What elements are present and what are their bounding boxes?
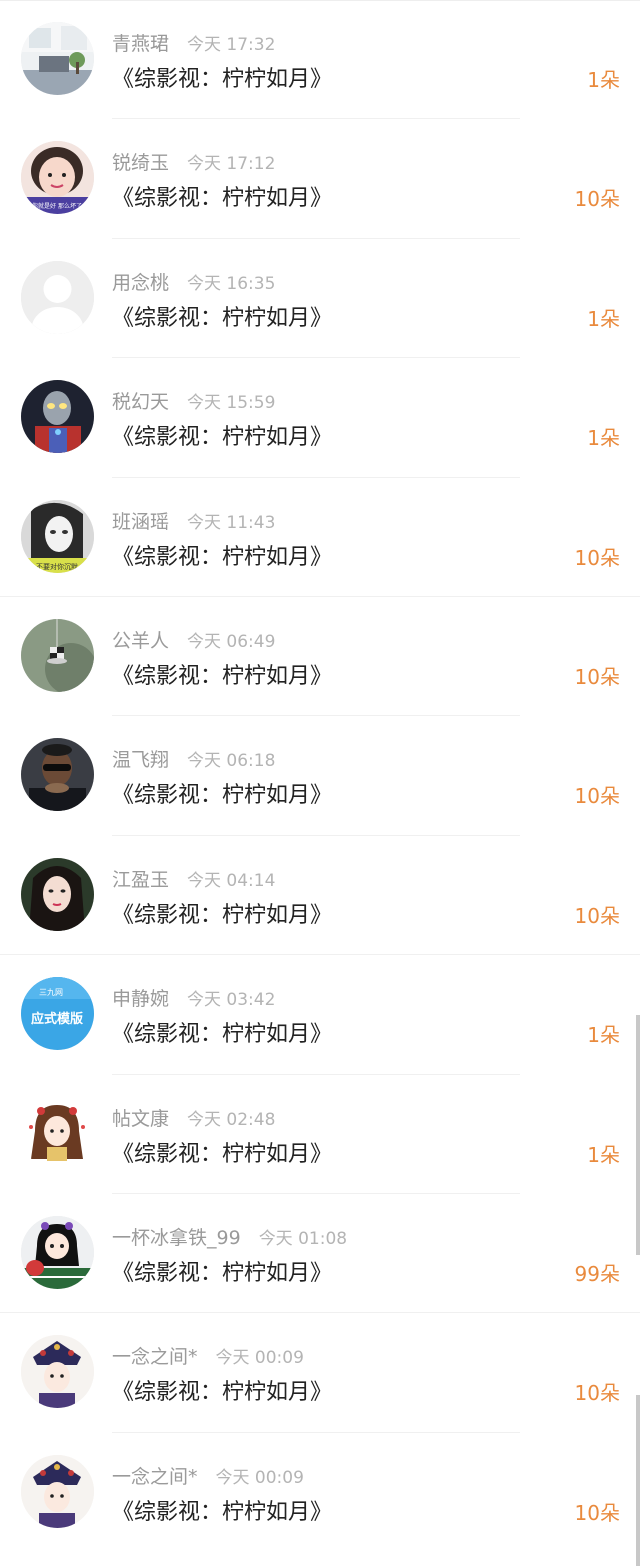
user-name[interactable]: 一念之间* [112, 1346, 198, 1368]
timestamp: 今天 17:12 [187, 154, 276, 175]
user-name[interactable]: 申静婉 [112, 988, 169, 1010]
list-item[interactable]: 你就是好 那么坏了 锐绮玉 今天 17:12 《综影视：柠柠如月》 10朵 [0, 119, 640, 239]
book-title: 《综影视：柠柠如月》 [112, 67, 333, 92]
book-title: 《综影视：柠柠如月》 [112, 425, 333, 451]
book-title: 《综影视：柠柠如月》 [112, 1499, 333, 1525]
flower-count: 1朵 [587, 1023, 620, 1048]
list-item[interactable]: 用念桃 今天 16:35 《综影视：柠柠如月》 1朵 [0, 239, 640, 359]
list-item[interactable]: 青燕珺 今天 17:32 《综影视：柠柠如月》 1朵 [0, 0, 640, 120]
girl-photo-avatar[interactable]: 你就是好 那么坏了 [21, 141, 94, 215]
user-name[interactable]: 班涵瑶 [112, 511, 169, 533]
scrollbar[interactable] [636, 1395, 640, 1566]
timestamp: 今天 15:59 [187, 393, 276, 414]
avatar-caption: 应式模版 [31, 1011, 83, 1027]
flower-count: 99朵 [574, 1261, 620, 1286]
woman-portrait-avatar[interactable] [21, 857, 94, 931]
flower-count: 10朵 [574, 903, 620, 928]
user-name[interactable]: 帖文康 [112, 1108, 169, 1130]
ultraman-avatar[interactable] [21, 380, 94, 454]
scrollbar[interactable] [636, 1015, 640, 1255]
flower-count: 10朵 [574, 545, 620, 570]
user-name[interactable]: 用念桃 [112, 272, 169, 294]
room-photo-avatar[interactable] [21, 22, 94, 95]
qing-princess-avatar[interactable] [21, 1335, 94, 1409]
flower-count: 10朵 [574, 1381, 620, 1406]
flower-count: 1朵 [587, 1142, 620, 1167]
book-title: 《综影视：柠柠如月》 [112, 544, 333, 570]
user-name[interactable]: 锐绮玉 [112, 152, 169, 174]
bw-woman-avatar[interactable]: 不要对你沉默 [21, 499, 94, 573]
book-title: 《综影视：柠柠如月》 [112, 1260, 333, 1286]
book-title: 《综影视：柠柠如月》 [112, 902, 333, 928]
qing-princess-avatar[interactable] [21, 1454, 94, 1528]
book-title: 《综影视：柠柠如月》 [112, 305, 333, 331]
list-item[interactable]: 一念之间* 今天 00:09 《综影视：柠柠如月》 10朵 [0, 1433, 640, 1552]
list-item[interactable]: 不要对你沉默 班涵瑶 今天 11:43 《综影视：柠柠如月》 10朵 [0, 478, 640, 597]
list-item[interactable]: 温飞翔 今天 06:18 《综影视：柠柠如月》 10朵 [0, 716, 640, 836]
avatar-caption: 你就是好 那么坏了 [32, 202, 82, 210]
pingpong-girl-avatar[interactable] [21, 1215, 94, 1289]
timestamp: 今天 00:09 [215, 1348, 304, 1369]
user-name[interactable]: 江盈玉 [112, 869, 169, 891]
flower-count: 1朵 [587, 68, 620, 92]
flower-count: 10朵 [574, 664, 620, 689]
flower-count: 1朵 [587, 426, 620, 451]
book-title: 《综影视：柠柠如月》 [112, 783, 333, 809]
blue-banner-avatar[interactable]: 三九网 应式模版 [21, 977, 94, 1051]
user-name[interactable]: 温飞翔 [112, 749, 169, 771]
timestamp: 今天 06:49 [187, 631, 276, 652]
user-name[interactable]: 一念之间* [112, 1466, 198, 1488]
list-item[interactable]: 三九网 应式模版 申静婉 今天 03:42 《综影视：柠柠如月》 1朵 [0, 955, 640, 1075]
book-title: 《综影视：柠柠如月》 [112, 186, 333, 212]
timestamp: 今天 04:14 [187, 870, 276, 891]
flower-count: 10朵 [574, 1500, 620, 1525]
user-name[interactable]: 青燕珺 [112, 33, 169, 55]
book-title: 《综影视：柠柠如月》 [112, 1022, 333, 1048]
flower-count: 10朵 [574, 784, 620, 809]
timestamp: 今天 03:42 [187, 990, 276, 1011]
list-item[interactable]: 江盈玉 今天 04:14 《综影视：柠柠如月》 10朵 [0, 836, 640, 956]
book-title: 《综影视：柠柠如月》 [112, 663, 333, 689]
timestamp: 今天 16:35 [187, 273, 276, 294]
timestamp: 今天 11:43 [187, 512, 276, 533]
book-title: 《综影视：柠柠如月》 [112, 1141, 333, 1167]
list-item[interactable]: 一杯冰拿铁_99 今天 01:08 《综影视：柠柠如月》 99朵 [0, 1194, 640, 1314]
user-name[interactable]: 税幻天 [112, 391, 169, 413]
timestamp: 今天 01:08 [258, 1228, 348, 1249]
man-sunglasses-avatar[interactable] [21, 738, 94, 812]
reward-list: 青燕珺 今天 17:32 《综影视：柠柠如月》 1朵 你就是好 那么坏了 锐绮玉今… [0, 0, 640, 1552]
cartoon-girl-avatar[interactable] [21, 1096, 94, 1170]
list-item[interactable]: 帖文康 今天 02:48 《综影视：柠柠如月》 1朵 [0, 1075, 640, 1194]
timestamp: 今天 17:32 [187, 35, 276, 55]
avatar-caption: 不要对你沉默 [36, 562, 78, 571]
avatar-caption: 三九网 [39, 988, 63, 997]
list-item[interactable]: 税幻天 今天 15:59 《综影视：柠柠如月》 1朵 [0, 358, 640, 478]
timestamp: 今天 00:09 [215, 1467, 304, 1488]
book-title: 《综影视：柠柠如月》 [112, 1380, 333, 1406]
user-name[interactable]: 公羊人 [112, 630, 169, 652]
list-item[interactable]: 公羊人 今天 06:49 《综影视：柠柠如月》 10朵 [0, 597, 640, 717]
default-avatar[interactable] [21, 260, 94, 334]
flower-count: 1朵 [587, 306, 620, 331]
flower-count: 10朵 [574, 187, 620, 212]
lamp-avatar[interactable] [21, 618, 94, 692]
list-item[interactable]: 一念之间* 今天 00:09 《综影视：柠柠如月》 10朵 [0, 1313, 640, 1433]
user-name[interactable]: 一杯冰拿铁_99 [112, 1227, 241, 1249]
timestamp: 今天 02:48 [187, 1109, 276, 1130]
timestamp: 今天 06:18 [187, 751, 276, 772]
